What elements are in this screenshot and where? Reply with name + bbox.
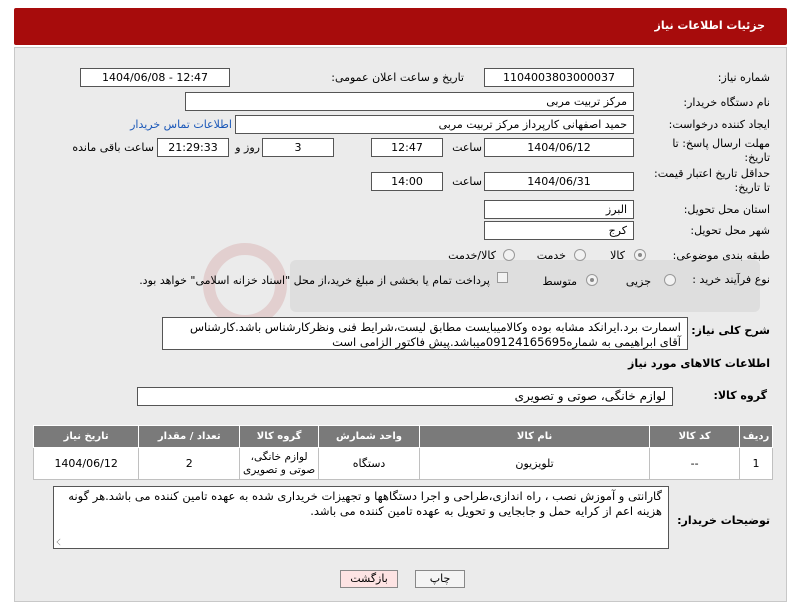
category-label: طبقه بندی موضوعی: — [672, 249, 770, 262]
city-field: کرج — [484, 221, 634, 240]
cell-row: 1 — [739, 447, 773, 480]
deadline-label: مهلت ارسال پاسخ: تا — [672, 137, 770, 150]
category-radio-service[interactable] — [574, 249, 586, 261]
process-radio-medium[interactable] — [586, 274, 598, 286]
col-name: نام کالا — [418, 425, 651, 448]
back-button[interactable]: بازگشت — [340, 570, 398, 588]
treasury-payment-note: پرداخت تمام یا بخشی از مبلغ خرید،از محل … — [139, 274, 490, 287]
days-field: 3 — [262, 138, 334, 157]
description-label: شرح کلی نیاز: — [691, 324, 770, 337]
col-row: ردیف — [739, 425, 773, 448]
col-code: کد کالا — [649, 425, 741, 448]
cell-unit: دستگاه — [318, 447, 420, 480]
process-option-medium: متوسط — [542, 275, 577, 288]
table-row: 1 -- تلویزیون دستگاه لوازم خانگی، صوتی و… — [32, 447, 773, 480]
buyer-contact-link[interactable]: اطلاعات تماس خریدار — [130, 118, 232, 131]
deadline-time-field: 12:47 — [371, 138, 443, 157]
need-number-label: شماره نیاز: — [717, 71, 770, 84]
category-radio-goods[interactable] — [634, 249, 646, 261]
page-header: جزئیات اطلاعات نیاز — [14, 8, 787, 45]
buyer-notes-label: توضیحات خریدار: — [677, 514, 770, 527]
buyer-org-field: مرکز تربیت مربی — [185, 92, 634, 111]
goods-group-label: گروه کالا: — [713, 389, 767, 402]
validity-label-2: تا تاریخ: — [734, 181, 770, 194]
city-label: شهر محل تحویل: — [690, 224, 770, 237]
requester-field: حمید اصفهانی کارپرداز مرکز تربیت مربی — [235, 115, 634, 134]
process-option-minor: جزیی — [625, 275, 651, 288]
page-title: جزئیات اطلاعات نیاز — [654, 19, 766, 32]
validity-date-field: 1404/06/31 — [484, 172, 634, 191]
deadline-time-label: ساعت — [452, 141, 482, 154]
category-option-service: خدمت — [536, 249, 566, 262]
validity-time-field: 14:00 — [371, 172, 443, 191]
items-table: ردیف کد کالا نام کالا واحد شمارش گروه کا… — [32, 425, 773, 480]
cell-date: 1404/06/12 — [32, 447, 140, 480]
category-radio-goods-service[interactable] — [503, 249, 515, 261]
col-unit: واحد شمارش — [318, 425, 420, 448]
cell-group: لوازم خانگی، صوتی و تصویری — [239, 447, 320, 480]
treasury-payment-checkbox[interactable] — [497, 272, 508, 283]
goods-section-title: اطلاعات کالاهای مورد نیاز — [628, 357, 770, 370]
announce-label: تاریخ و ساعت اعلان عمومی: — [331, 71, 464, 84]
buyer-org-label: نام دستگاه خریدار: — [683, 96, 770, 109]
requester-label: ایجاد کننده درخواست: — [668, 118, 770, 131]
remaining-time-field: 21:29:33 — [157, 138, 229, 157]
days-label: روز و — [235, 141, 260, 154]
need-number-field: 1104003803000037 — [484, 68, 634, 87]
validity-label: حداقل تاریخ اعتبار قیمت: — [654, 167, 770, 180]
deadline-date-field: 1404/06/12 — [484, 138, 634, 157]
category-option-goods: کالا — [610, 249, 625, 262]
announce-field: 1404/06/08 - 12:47 — [80, 68, 230, 87]
cell-qty: 2 — [138, 447, 241, 480]
province-label: استان محل تحویل: — [683, 203, 770, 216]
remaining-label: ساعت باقی مانده — [72, 141, 154, 154]
description-textarea[interactable]: اسمارت برد.ایرانکد مشابه بوده وکالامیبای… — [162, 317, 688, 350]
process-radio-minor[interactable] — [664, 274, 676, 286]
cell-name: تلویزیون — [418, 447, 651, 480]
process-label: نوع فرآیند خرید : — [692, 273, 770, 286]
items-table-header: ردیف کد کالا نام کالا واحد شمارش گروه کا… — [32, 425, 773, 448]
deadline-label-2: تاریخ: — [744, 151, 770, 164]
buyer-notes-textarea[interactable]: گارانتی و آموزش نصب ، راه اندازی،طراحی و… — [53, 486, 669, 549]
resize-grip-icon[interactable] — [56, 538, 64, 546]
province-field: البرز — [484, 200, 634, 219]
col-group: گروه کالا — [239, 425, 320, 448]
print-button[interactable]: چاپ — [415, 570, 465, 588]
cell-code: -- — [649, 447, 741, 480]
buyer-notes-text: گارانتی و آموزش نصب ، راه اندازی،طراحی و… — [68, 489, 662, 518]
goods-group-field: لوازم خانگی، صوتی و تصویری — [137, 387, 673, 406]
category-option-goods-service: کالا/خدمت — [448, 249, 496, 262]
col-qty: تعداد / مقدار — [138, 425, 241, 448]
validity-time-label: ساعت — [452, 175, 482, 188]
col-date: تاریخ نیاز — [32, 425, 140, 448]
